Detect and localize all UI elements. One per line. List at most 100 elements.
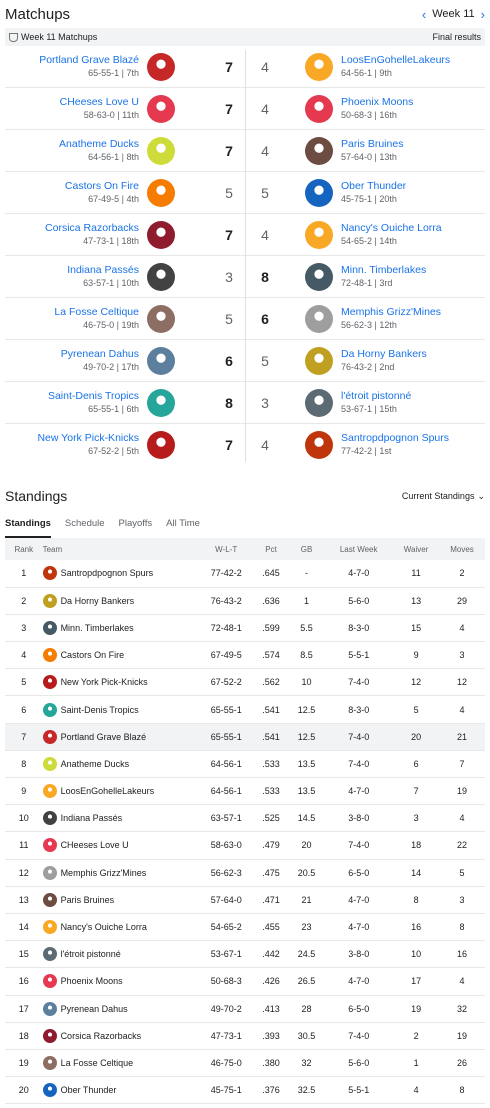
matchup-row[interactable]: Indiana Passés 63-57-1 | 10th 3 8 Minn. Timb… [5, 256, 485, 298]
table-row[interactable]: 1 Santropdpognon Spurs 77-42-2 .645 - 4-7-0 11… [5, 560, 485, 588]
team-name[interactable]: Santropdpognon Spurs [61, 568, 154, 578]
table-row[interactable]: 13 Paris Bruines 57-64-0 .471 21 4-7-0 8 3 [5, 886, 485, 914]
team-name[interactable]: Saint-Denis Tropics [61, 705, 139, 715]
matchup-row[interactable]: Portland Grave Blazé 65-55-1 | 7th 7 4 LoosE… [5, 46, 485, 88]
away-team-name[interactable]: Memphis Grizz'Mines [341, 306, 441, 319]
team-name[interactable]: Minn. Timberlakes [61, 623, 134, 633]
table-row[interactable]: 10 Indiana Passés 63-57-1 .525 14.5 3-8-0 3 4 [5, 805, 485, 832]
team-logo-icon[interactable] [305, 221, 333, 249]
table-row[interactable]: 4 Castors On Fire 67-49-5 .574 8.5 5-5-1 9 3 [5, 642, 485, 669]
home-team-name[interactable]: CHeeses Love U [60, 96, 139, 109]
matchup-row[interactable]: Castors On Fire 67-49-5 | 4th 5 5 Ober Thund… [5, 172, 485, 214]
team-name[interactable]: Ober Thunder [61, 1085, 117, 1095]
column-header-pct[interactable]: Pct [253, 538, 288, 560]
team-name[interactable]: Pyrenean Dahus [61, 1004, 128, 1014]
column-header-rank[interactable]: Rank [5, 538, 43, 560]
table-row[interactable]: 12 Memphis Grizz'Mines 56-62-3 .475 20.5 6-5-… [5, 859, 485, 887]
away-team-name[interactable]: l'étroit pistonné [341, 390, 411, 403]
table-row[interactable]: 18 Corsica Razorbacks 47-73-1 .393 30.5 7-4-0… [5, 1022, 485, 1050]
team-logo-icon[interactable] [147, 53, 175, 81]
team-logo-icon[interactable] [305, 137, 333, 165]
away-team-name[interactable]: Nancy's Ouiche Lorra [341, 222, 442, 235]
team-logo-icon[interactable] [305, 389, 333, 417]
team-name[interactable]: CHeeses Love U [61, 840, 129, 850]
home-team-name[interactable]: Portland Grave Blazé [39, 54, 139, 67]
table-row[interactable]: 7 Portland Grave Blazé 65-55-1 .541 12.5 7-4-… [5, 723, 485, 751]
matchup-row[interactable]: Anatheme Ducks 64-56-1 | 8th 7 4 Paris Bruin… [5, 130, 485, 172]
table-row[interactable]: 14 Nancy's Ouiche Lorra 54-65-2 .455 23 4-7-0… [5, 913, 485, 941]
table-row[interactable]: 19 La Fosse Celtique 46-75-0 .380 32 5-6-0 1 26 [5, 1049, 485, 1077]
away-team-name[interactable]: Santropdpognon Spurs [341, 432, 449, 445]
away-team-name[interactable]: Paris Bruines [341, 138, 403, 151]
table-row[interactable]: 11 CHeeses Love U 58-63-0 .479 20 7-4-0 18 22 [5, 832, 485, 860]
team-logo-icon[interactable] [305, 53, 333, 81]
table-row[interactable]: 17 Pyrenean Dahus 49-70-2 .413 28 6-5-0 19 32 [5, 995, 485, 1023]
tab-playoffs[interactable]: Playoffs [119, 510, 153, 538]
matchup-row[interactable]: CHeeses Love U 58-63-0 | 11th 7 4 Phoenix Mo… [5, 88, 485, 130]
team-name[interactable]: LoosEnGohelleLakeurs [61, 786, 155, 796]
team-name[interactable]: Castors On Fire [61, 650, 125, 660]
team-name[interactable]: Anatheme Ducks [61, 759, 130, 769]
table-row[interactable]: 20 Ober Thunder 45-75-1 .376 32.5 5-5-1 4 8 [5, 1077, 485, 1104]
team-name[interactable]: Corsica Razorbacks [61, 1031, 142, 1041]
home-team-name[interactable]: Pyrenean Dahus [61, 348, 139, 361]
matchup-row[interactable]: La Fosse Celtique 46-75-0 | 19th 5 6 Memphis… [5, 298, 485, 340]
team-logo-icon[interactable] [147, 305, 175, 333]
table-row[interactable]: 15 l'étroit pistonné 53-67-1 .442 24.5 3-8-0 1… [5, 941, 485, 968]
table-row[interactable]: 5 New York Pick-Knicks 67-52-2 .562 10 7-4-0 1… [5, 669, 485, 696]
team-name[interactable]: l'étroit pistonné [61, 949, 121, 959]
team-name[interactable]: Paris Bruines [61, 895, 115, 905]
team-name[interactable]: New York Pick-Knicks [61, 677, 148, 687]
table-row[interactable]: 3 Minn. Timberlakes 72-48-1 .599 5.5 8-3-0 15 4 [5, 614, 485, 642]
chevron-left-icon[interactable]: ‹ [422, 8, 426, 21]
away-team-name[interactable]: Da Horny Bankers [341, 348, 427, 361]
team-logo-icon[interactable] [147, 221, 175, 249]
column-header-w-l-t[interactable]: W-L-T [199, 538, 253, 560]
team-logo-icon[interactable] [147, 95, 175, 123]
home-team-name[interactable]: Indiana Passés [67, 264, 139, 277]
tab-standings[interactable]: Standings [5, 510, 51, 538]
home-team-name[interactable]: Saint-Denis Tropics [48, 390, 139, 403]
table-row[interactable]: 16 Phoenix Moons 50-68-3 .426 26.5 4-7-0 17 4 [5, 968, 485, 995]
standings-dropdown[interactable]: Current Standings ⌄ [402, 491, 485, 502]
matchup-row[interactable]: Corsica Razorbacks 47-73-1 | 18th 7 4 Nancy'… [5, 214, 485, 256]
team-name[interactable]: Indiana Passés [61, 813, 123, 823]
team-logo-icon[interactable] [147, 137, 175, 165]
team-logo-icon[interactable] [147, 389, 175, 417]
away-team-name[interactable]: LoosEnGohelleLakeurs [341, 54, 450, 67]
column-header-waiver[interactable]: Waiver [393, 538, 439, 560]
team-logo-icon[interactable] [147, 263, 175, 291]
team-logo-icon[interactable] [305, 305, 333, 333]
column-header-moves[interactable]: Moves [439, 538, 485, 560]
team-logo-icon[interactable] [305, 347, 333, 375]
column-header-last-week[interactable]: Last Week [324, 538, 393, 560]
table-row[interactable]: 9 LoosEnGohelleLakeurs 64-56-1 .533 13.5 4-7-… [5, 778, 485, 805]
column-header-gb[interactable]: GB [289, 538, 324, 560]
team-logo-icon[interactable] [147, 179, 175, 207]
team-name[interactable]: Nancy's Ouiche Lorra [61, 922, 147, 932]
team-name[interactable]: La Fosse Celtique [61, 1058, 134, 1068]
home-team-name[interactable]: Castors On Fire [65, 180, 139, 193]
team-logo-icon[interactable] [147, 431, 175, 459]
matchup-row[interactable]: New York Pick-Knicks 67-52-2 | 5th 7 4 Santr… [5, 424, 485, 466]
team-logo-icon[interactable] [305, 179, 333, 207]
away-team-name[interactable]: Ober Thunder [341, 180, 406, 193]
team-name[interactable]: Da Horny Bankers [61, 596, 135, 606]
matchup-row[interactable]: Saint-Denis Tropics 65-55-1 | 6th 8 3 l'étro… [5, 382, 485, 424]
away-team-name[interactable]: Phoenix Moons [341, 96, 413, 109]
table-row[interactable]: 8 Anatheme Ducks 64-56-1 .533 13.5 7-4-0 6 7 [5, 750, 485, 778]
tab-schedule[interactable]: Schedule [65, 510, 105, 538]
column-header-team[interactable]: Team [43, 538, 200, 560]
home-team-name[interactable]: Corsica Razorbacks [45, 222, 139, 235]
team-logo-icon[interactable] [305, 95, 333, 123]
team-logo-icon[interactable] [305, 263, 333, 291]
table-row[interactable]: 6 Saint-Denis Tropics 65-55-1 .541 12.5 8-3-0… [5, 696, 485, 724]
home-team-name[interactable]: New York Pick-Knicks [37, 432, 139, 445]
table-row[interactable]: 2 Da Horny Bankers 76-43-2 .636 1 5-6-0 13 29 [5, 587, 485, 615]
team-name[interactable]: Phoenix Moons [61, 976, 123, 986]
home-team-name[interactable]: La Fosse Celtique [54, 306, 139, 319]
team-logo-icon[interactable] [305, 431, 333, 459]
chevron-right-icon[interactable]: › [481, 8, 485, 21]
team-name[interactable]: Memphis Grizz'Mines [61, 868, 147, 878]
home-team-name[interactable]: Anatheme Ducks [59, 138, 139, 151]
